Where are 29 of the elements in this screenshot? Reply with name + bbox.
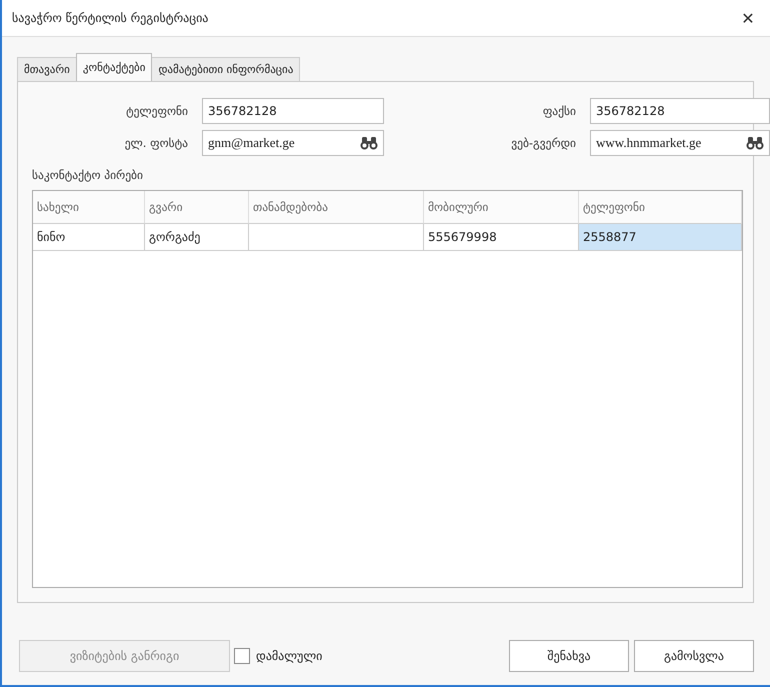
input-field[interactable]: 356782128 xyxy=(590,98,770,124)
input-field[interactable]: gnm@market.ge xyxy=(202,130,384,156)
tab[interactable]: დამატებითი ინფორმაცია xyxy=(151,57,300,81)
checkbox-label: დამალული xyxy=(256,649,322,663)
table-cell[interactable]: ნინო xyxy=(33,224,145,251)
column-header[interactable]: მობილური xyxy=(424,191,579,224)
close-button[interactable]: ✕ xyxy=(726,0,770,36)
tab[interactable]: მთავარი xyxy=(17,57,77,81)
save-button[interactable]: შენახვა xyxy=(509,640,629,672)
field-label: ფაქსი xyxy=(542,104,576,118)
checkbox[interactable] xyxy=(234,648,250,664)
column-header[interactable]: გვარი xyxy=(145,191,249,224)
binoculars-icon[interactable] xyxy=(746,136,764,150)
field-label: ვებ-გვერდი xyxy=(510,136,576,150)
table-cell[interactable] xyxy=(249,224,424,251)
field-label: ტელეფონი xyxy=(125,104,188,118)
section-label: საკონტაქტო პირები xyxy=(32,168,144,184)
tab[interactable]: კონტაქტები xyxy=(76,53,152,81)
input-field[interactable]: www.hnmmarket.ge xyxy=(590,130,770,156)
column-header[interactable]: ტელეფონი xyxy=(579,191,742,224)
exit-button[interactable]: გამოსვლა xyxy=(634,640,754,672)
window-title: სავაჭრო წერტილის რეგისტრაცია xyxy=(11,11,210,25)
table-cell[interactable]: გორგაძე xyxy=(145,224,249,251)
table-cell[interactable]: 2558877 xyxy=(579,224,742,251)
field-label: ელ. ფოსტა xyxy=(124,136,188,150)
input-field[interactable]: 356782128 xyxy=(202,98,384,124)
binoculars-icon[interactable] xyxy=(360,136,378,150)
column-header[interactable]: სახელი xyxy=(33,191,145,224)
column-header[interactable]: თანამდებობა xyxy=(249,191,424,224)
